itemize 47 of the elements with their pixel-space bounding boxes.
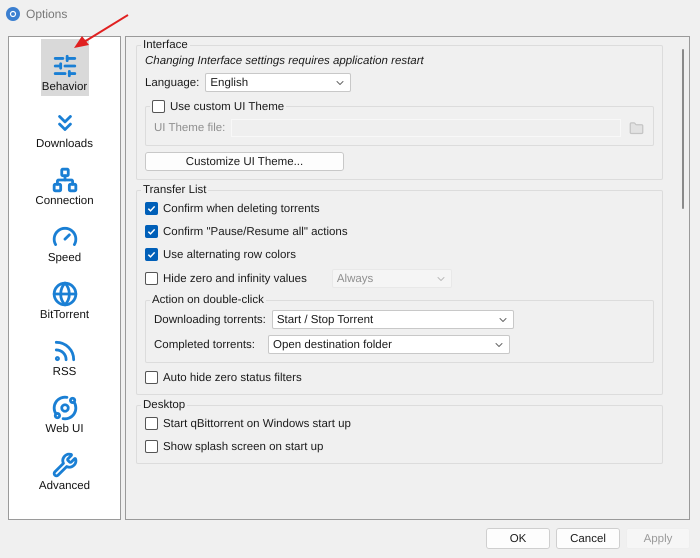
group-title: Action on double-click: [152, 294, 264, 306]
sidebar-item[interactable]: Web UI: [14, 381, 114, 438]
checkbox-label[interactable]: Confirm when deleting torrents: [163, 202, 320, 214]
network-icon: [52, 167, 78, 193]
dialog-button[interactable]: OK: [486, 528, 550, 549]
checkbox-label[interactable]: Show splash screen on start up: [163, 440, 324, 452]
checkbox[interactable]: [145, 417, 158, 430]
planet-icon: [52, 395, 78, 421]
sidebar-item[interactable]: Downloads: [14, 96, 114, 153]
field-label: Completed torrents:: [154, 338, 256, 350]
section-title: Desktop: [143, 399, 186, 411]
checkbox[interactable]: [145, 225, 158, 238]
sidebar-item[interactable]: BitTorrent: [14, 267, 114, 324]
checkbox[interactable]: [145, 248, 158, 261]
window-title: Options: [26, 7, 68, 21]
customize-theme-button[interactable]: Customize UI Theme...: [145, 152, 344, 171]
field-label: UI Theme file:: [154, 122, 226, 134]
field-label: Language:: [145, 76, 200, 88]
section-title: Transfer List: [143, 184, 206, 196]
dialog-button[interactable]: Cancel: [556, 528, 620, 549]
checkbox-label[interactable]: Use alternating row colors: [163, 248, 296, 260]
checkbox[interactable]: [145, 371, 158, 384]
checkbox[interactable]: [145, 202, 158, 215]
field-label: Downloading torrents:: [154, 314, 266, 326]
scrollbar-thumb[interactable]: [682, 49, 684, 209]
checkbox[interactable]: [145, 272, 158, 285]
sidebar-item[interactable]: Connection: [14, 153, 114, 210]
checkbox-label[interactable]: Use custom UI Theme: [170, 100, 284, 112]
app-icon: [6, 7, 20, 21]
checkbox-label[interactable]: Hide zero and infinity values: [163, 272, 307, 284]
dropdown[interactable]: Start / Stop Torrent: [272, 310, 514, 329]
checkbox[interactable]: [152, 100, 165, 113]
dropdown[interactable]: Open destination folder: [268, 335, 510, 354]
checkbox-label[interactable]: Auto hide zero status filters: [163, 372, 302, 384]
checkbox-label[interactable]: Confirm "Pause/Resume all" actions: [163, 226, 348, 238]
globe-icon: [52, 281, 78, 307]
sidebar-item[interactable]: Speed: [14, 210, 114, 267]
checkbox[interactable]: [145, 440, 158, 453]
sidebar-item[interactable]: RSS: [14, 324, 114, 381]
section-title: Interface: [143, 39, 188, 51]
sidebar-item[interactable]: Behavior: [40, 39, 88, 96]
sliders-icon: [52, 53, 78, 79]
sidebar-item[interactable]: Advanced: [14, 438, 114, 495]
dropdown[interactable]: English: [205, 73, 352, 92]
restart-note: Changing Interface settings requires application restart: [145, 55, 425, 67]
checkbox-label[interactable]: Start qBittorrent on Windows start up: [163, 418, 351, 430]
wrench-icon: [52, 452, 78, 478]
